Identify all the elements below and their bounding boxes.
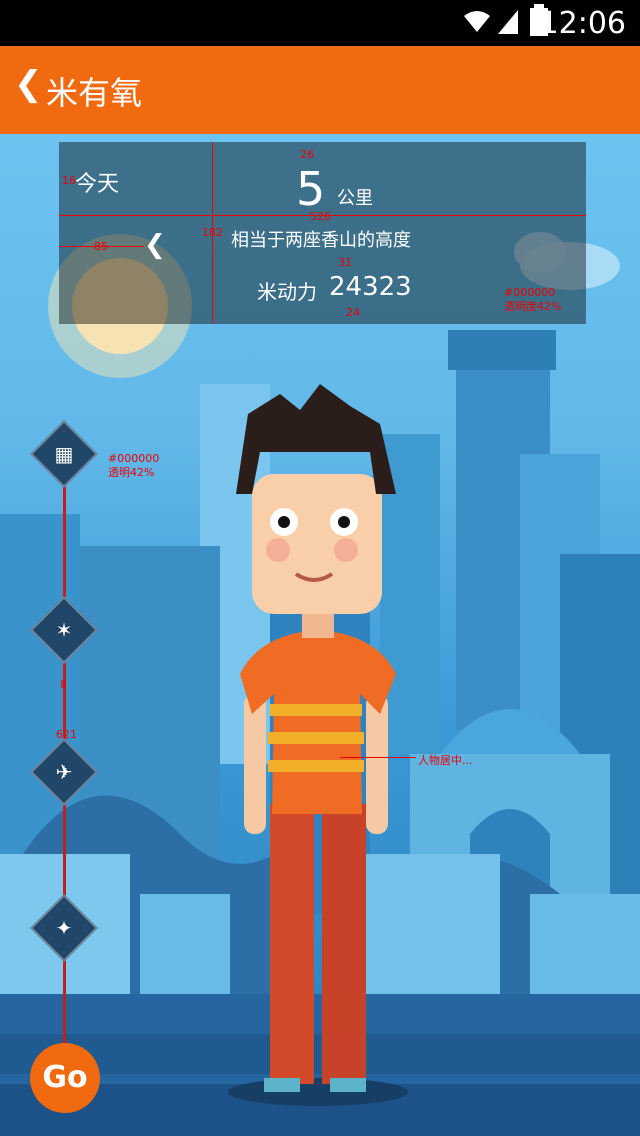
annotation-182: 182: [202, 226, 223, 239]
annotation-26: 26: [300, 148, 314, 161]
power-label: 米动力: [257, 280, 317, 304]
creature-icon: ✶: [55, 618, 73, 642]
annotation-16: 16: [62, 174, 76, 187]
airplane-icon: ✈: [55, 760, 73, 784]
app-bar: ❮ 米有氧: [0, 46, 640, 134]
annotation-timeline-opacity: 透明42%: [108, 466, 155, 479]
annotation-panel-opacity: 透明度42%: [504, 300, 562, 313]
dragon-icon: ✦: [55, 916, 73, 940]
prev-day-button[interactable]: ❮: [144, 230, 166, 260]
annotation-character-note: 人物居中...: [418, 754, 473, 767]
annotation-526: 526: [310, 210, 331, 223]
back-button[interactable]: ❮: [14, 64, 43, 104]
distance-unit: 公里: [337, 188, 373, 209]
building-icon: ▦: [54, 442, 74, 466]
comparison-text: 相当于两座香山的高度: [231, 230, 411, 251]
today-label: 今天: [75, 172, 120, 197]
signal-icon: [498, 10, 518, 34]
page-title: 米有氧: [46, 74, 143, 112]
annotation-24: 24: [346, 306, 360, 319]
annotation-line: [59, 246, 144, 247]
status-bar: 12:06: [0, 0, 640, 46]
status-time: 12:06: [539, 6, 626, 41]
annotation-line: [340, 757, 416, 758]
wifi-icon: [464, 11, 490, 32]
annotation-31: 31: [338, 256, 352, 269]
go-button[interactable]: Go: [30, 1043, 100, 1113]
annotation-621: 621: [56, 728, 77, 741]
power-value: 24323: [329, 272, 412, 302]
annotation-8: 8: [60, 678, 67, 691]
distance-value: 5: [296, 162, 326, 216]
